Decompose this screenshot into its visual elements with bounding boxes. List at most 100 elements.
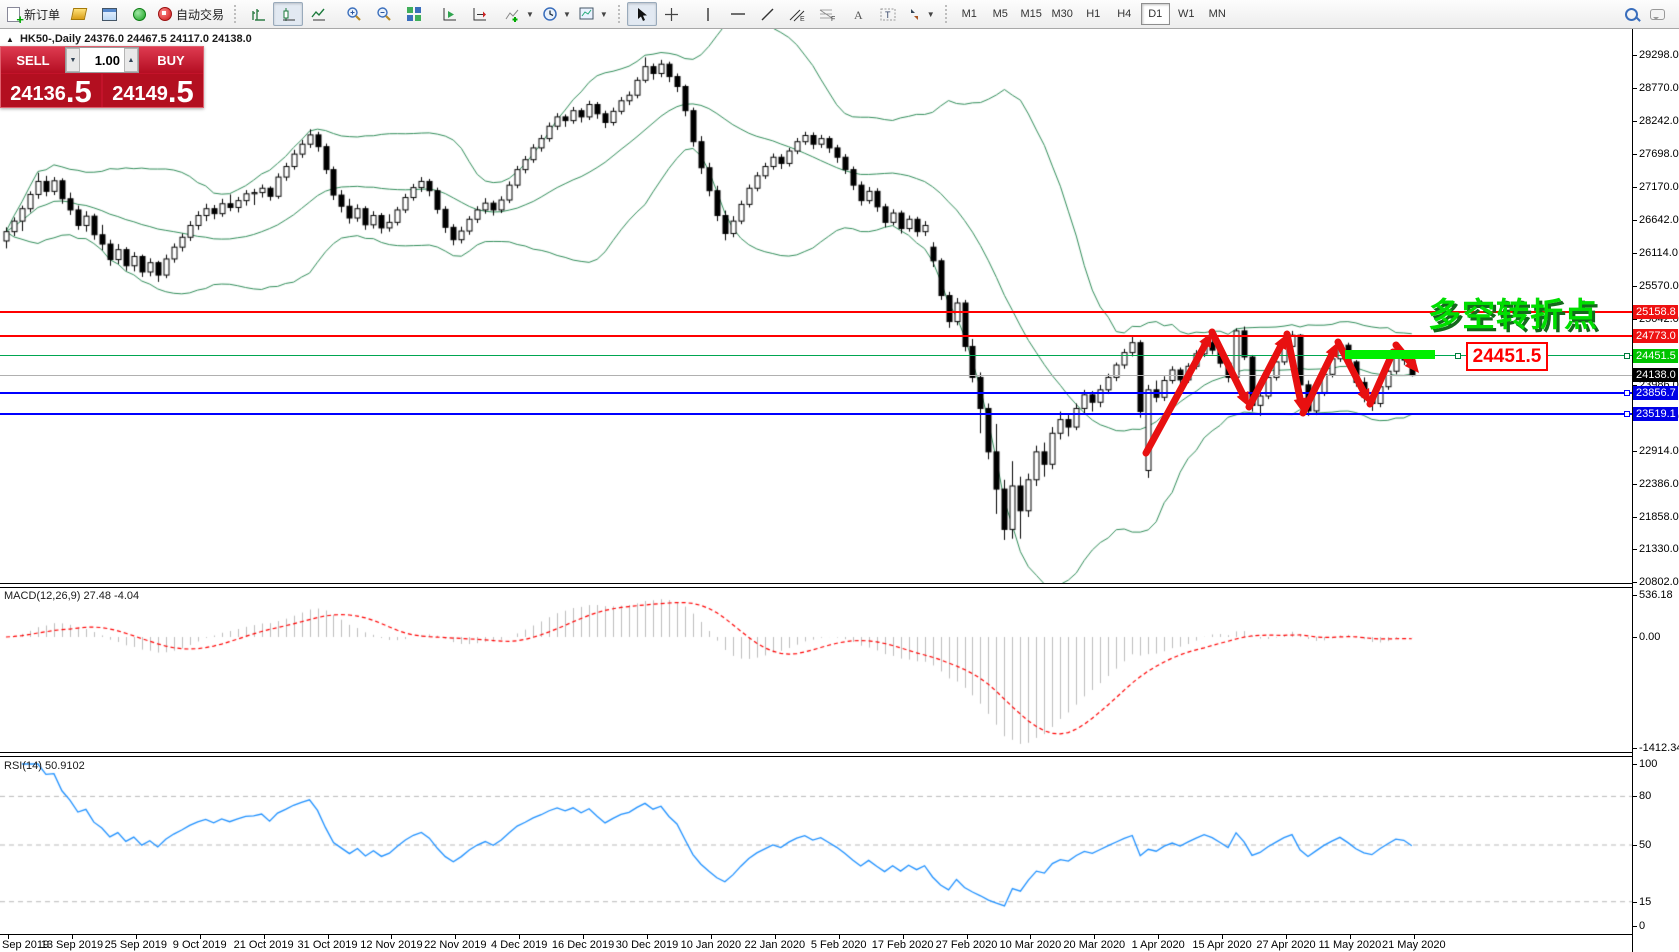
arrows-button[interactable]: ▼ [903, 2, 939, 26]
templates-button[interactable]: ▼ [575, 2, 612, 26]
vertical-line-button[interactable] [693, 2, 723, 26]
horizontal-line-23856.7[interactable] [0, 392, 1632, 394]
market-watch-button[interactable] [64, 2, 94, 26]
buy-button[interactable]: BUY [139, 47, 203, 73]
svg-text:F: F [831, 16, 835, 22]
crosshair-icon [664, 7, 679, 22]
timeframe-m30[interactable]: M30 [1048, 3, 1077, 25]
macd-canvas[interactable] [0, 588, 1633, 752]
volume-decrease-button[interactable]: ▼ [66, 48, 80, 72]
equidistant-channel-button[interactable]: E [783, 2, 813, 26]
price-tag: 24773.0 [1633, 329, 1678, 343]
date-label: 1 Apr 2020 [1132, 939, 1185, 951]
timeframe-w1[interactable]: W1 [1172, 3, 1201, 25]
horizontal-line-24138[interactable] [0, 375, 1632, 376]
timeframe-h4[interactable]: H4 [1110, 3, 1139, 25]
chart-shift-icon [472, 7, 488, 22]
horizontal-line-25158.8[interactable] [0, 311, 1632, 313]
text-button[interactable]: A [843, 2, 873, 26]
price-tick-mark [1633, 319, 1637, 320]
line-anchor[interactable] [1624, 353, 1630, 359]
fibonacci-button[interactable]: F [813, 2, 843, 26]
main-chart-canvas[interactable] [0, 29, 1633, 583]
line-chart-button[interactable] [303, 2, 333, 26]
volume-input[interactable] [80, 48, 124, 72]
signals-icon [133, 8, 146, 21]
timeframe-m15[interactable]: M15 [1017, 3, 1046, 25]
search-icon[interactable] [1625, 8, 1638, 21]
chart-shift-button[interactable] [465, 2, 495, 26]
timeframe-m1[interactable]: M1 [955, 3, 984, 25]
mt4-window: 新订单 自动交易 [0, 0, 1679, 952]
date-label: 20 Mar 2020 [1063, 939, 1125, 951]
price-tick-mark [1633, 55, 1637, 56]
line-anchor[interactable] [1624, 390, 1630, 396]
zoom-out-button[interactable] [369, 2, 399, 26]
periods-button[interactable]: ▼ [538, 2, 575, 26]
date-label: 5 Feb 2020 [811, 939, 867, 951]
chat-icon[interactable] [1650, 9, 1665, 20]
indicators-button[interactable]: ▼ [501, 2, 538, 26]
timeframe-group: M1M5M15M30H1H4D1W1MN [951, 0, 1236, 28]
macd-tick-mark [1633, 748, 1637, 749]
highlight-bar[interactable] [1345, 350, 1435, 359]
price-tick-mark [1633, 88, 1637, 89]
price-tick-mark [1633, 549, 1637, 550]
sell-price[interactable]: 24136 .5 [1, 74, 101, 107]
horizontal-line-23519.1[interactable] [0, 413, 1632, 415]
timeframe-mn[interactable]: MN [1203, 3, 1232, 25]
line-anchor[interactable] [1624, 411, 1630, 417]
pane-separator[interactable] [0, 752, 1633, 757]
rsi-tick-label: 15 [1639, 896, 1651, 908]
auto-scroll-icon [442, 7, 458, 22]
volume-stepper: ▼ ▲ [65, 47, 139, 73]
volume-increase-button[interactable]: ▲ [124, 48, 138, 72]
signals-button[interactable] [124, 2, 154, 26]
cursor-button[interactable] [627, 2, 657, 26]
timeframe-h1[interactable]: H1 [1079, 3, 1108, 25]
chart-title-symbol: HK50-,Daily [20, 33, 81, 45]
chart-collapse-icon[interactable]: ▲ [6, 35, 14, 44]
new-order-button[interactable]: 新订单 [3, 2, 64, 26]
rsi-tick-mark [1633, 926, 1637, 927]
candlestick-chart-button[interactable] [273, 2, 303, 26]
date-label: 22 Jan 2020 [745, 939, 806, 951]
date-label: 31 Oct 2019 [298, 939, 358, 951]
crosshair-button[interactable] [657, 2, 687, 26]
new-order-icon [7, 7, 20, 22]
sell-button[interactable]: SELL [1, 47, 65, 73]
tile-windows-button[interactable] [399, 2, 429, 26]
date-axis[interactable]: Sep 201913 Sep 201925 Sep 20199 Oct 2019… [0, 934, 1633, 952]
timeframe-m5[interactable]: M5 [986, 3, 1015, 25]
line-anchor[interactable] [1455, 353, 1461, 359]
arrows-icon [907, 7, 922, 22]
timeframe-d1[interactable]: D1 [1141, 3, 1170, 25]
zoom-in-button[interactable] [339, 2, 369, 26]
periods-icon [542, 6, 558, 22]
auto-scroll-button[interactable] [435, 2, 465, 26]
horizontal-line-24773[interactable] [0, 335, 1632, 337]
rsi-canvas[interactable] [0, 757, 1633, 934]
turning-point-annotation[interactable]: 多空转折点 [1428, 288, 1598, 336]
new-order-label: 新订单 [24, 6, 60, 23]
profiles-button[interactable] [94, 2, 124, 26]
horizontal-line-button[interactable] [723, 2, 753, 26]
auto-trading-button[interactable]: 自动交易 [154, 2, 228, 26]
trendline-button[interactable] [753, 2, 783, 26]
date-label: 25 Sep 2019 [105, 939, 167, 951]
pane-separator[interactable] [0, 583, 1633, 588]
price-callout-label[interactable]: 24451.5 [1466, 342, 1548, 371]
price-tick-label: 20802.0 [1639, 576, 1679, 588]
bar-chart-button[interactable] [243, 2, 273, 26]
rsi-tick-mark [1633, 902, 1637, 903]
trendline-icon [760, 7, 775, 22]
text-label-button[interactable]: T [873, 2, 903, 26]
price-axis[interactable]: 29298.028770.028242.027698.027170.026642… [1633, 29, 1679, 952]
bar-chart-icon [251, 7, 266, 22]
price-tick-mark [1633, 253, 1637, 254]
buy-price[interactable]: 24149 .5 [103, 74, 203, 107]
vertical-line-icon [702, 7, 714, 22]
toolbar-grip [944, 4, 949, 24]
templates-icon [579, 7, 595, 21]
price-tag: 24451.5 [1633, 349, 1678, 363]
